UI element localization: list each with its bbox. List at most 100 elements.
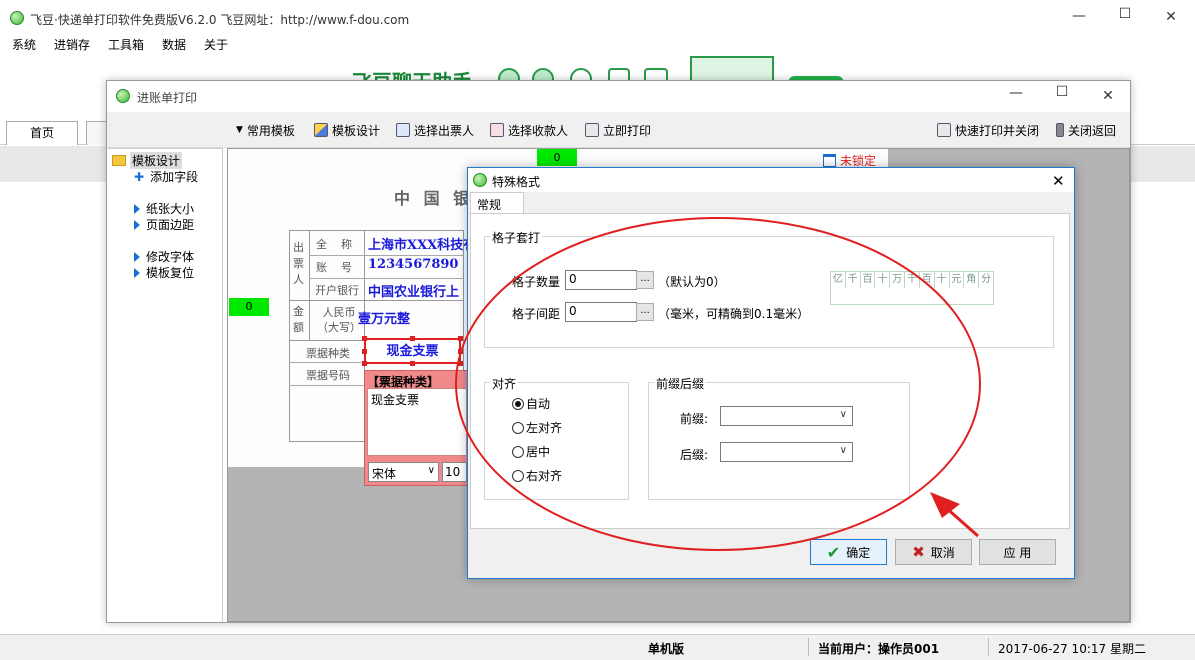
grid-spacing-input[interactable]: 0 [565, 302, 637, 322]
form-label-issuer: 出 票 人 [293, 241, 304, 286]
contact-card-icon [396, 123, 410, 137]
quick-print-close-label: 快速打印并关闭 [955, 123, 1040, 138]
suffix-select[interactable]: ∨ [720, 442, 853, 462]
tab-general[interactable]: 常规 [470, 192, 524, 214]
maximize-icon[interactable]: ☐ [1110, 6, 1140, 22]
minimize-icon[interactable]: — [1064, 8, 1094, 24]
grid-cell: 元 [950, 272, 965, 288]
triangle-icon [134, 203, 140, 214]
grid-count-input[interactable]: 0 [565, 270, 637, 290]
grid-cell: 十 [935, 272, 950, 288]
quick-print-close-button[interactable]: 快速打印并关闭 [937, 120, 1039, 140]
align-right-radio[interactable]: 右对齐 [512, 467, 562, 484]
menu-inventory[interactable]: 进销存 [54, 36, 90, 53]
template-design-label: 模板设计 [332, 123, 381, 138]
inner-close-icon[interactable]: ✕ [1093, 88, 1123, 104]
cancel-button[interactable]: ✖ 取消 [895, 539, 972, 565]
field-amount[interactable]: 壹万元整 [358, 308, 410, 327]
font-family-select[interactable]: 宋体 ∨ [368, 462, 439, 482]
exit-icon [1056, 123, 1064, 137]
printer-icon [937, 123, 951, 137]
grid-cell: 万 [890, 272, 906, 288]
menu-toolbox[interactable]: 工具箱 [108, 36, 144, 53]
dialog-title: 特殊格式 [492, 175, 541, 189]
tree-item-label: 纸张大小 [146, 202, 195, 216]
close-icon[interactable]: ✕ [1156, 9, 1186, 25]
align-left-label: 左对齐 [526, 421, 563, 435]
select-issuer-button[interactable]: 选择出票人 [396, 120, 474, 140]
inner-maximize-icon[interactable]: ☐ [1047, 84, 1077, 100]
tree-item-margins[interactable]: 页面边距 [134, 216, 194, 233]
tree-item-add-field[interactable]: ✚ 添加字段 [134, 168, 198, 185]
status-user: 当前用户：操作员001 [818, 642, 940, 656]
printer-icon [585, 123, 599, 137]
align-group-title: 对齐 [490, 375, 519, 392]
design-pencil-icon [314, 123, 328, 137]
grid-cell: 千 [905, 272, 920, 288]
plus-icon: ✚ [134, 169, 145, 184]
dialog-logo-icon [473, 173, 487, 187]
close-return-label: 关闭返回 [1068, 123, 1117, 138]
grid-cell: 百 [920, 272, 935, 288]
calendar-icon [823, 154, 836, 167]
align-auto-label: 自动 [526, 397, 551, 411]
resize-handle[interactable] [362, 361, 367, 366]
resize-handle[interactable] [458, 349, 463, 354]
tree-item-paper-size[interactable]: 纸张大小 [134, 200, 194, 217]
tree-root[interactable]: 模板设计 [112, 152, 183, 169]
radio-icon [512, 445, 524, 458]
status-divider [988, 638, 989, 656]
prefix-select[interactable]: ∨ [720, 406, 853, 426]
resize-handle[interactable] [458, 361, 463, 366]
field-bank[interactable]: 中国农业银行上 [368, 281, 459, 300]
resize-handle[interactable] [458, 336, 463, 341]
tab-home[interactable]: 首页 [6, 121, 78, 145]
grid-spacing-browse-button[interactable]: ... [636, 303, 654, 321]
form-label-fullname: 全 称 [316, 238, 352, 251]
menu-about[interactable]: 关于 [204, 36, 228, 53]
menu-system[interactable]: 系统 [12, 36, 36, 53]
resize-handle[interactable] [410, 361, 415, 366]
grid-cell: 十 [875, 272, 891, 288]
dialog-close-icon[interactable]: ✕ [1052, 173, 1065, 189]
select-payee-button[interactable]: 选择收款人 [490, 120, 568, 140]
menu-data[interactable]: 数据 [162, 36, 186, 53]
field-editor-textarea[interactable]: 现金支票 [367, 388, 467, 456]
align-left-radio[interactable]: 左对齐 [512, 419, 562, 436]
field-fullname[interactable]: 上海市XXX科技有 [368, 234, 476, 253]
align-right-label: 右对齐 [526, 469, 563, 483]
resize-handle[interactable] [410, 336, 415, 341]
tree-item-font[interactable]: 修改字体 [134, 248, 194, 265]
close-return-button[interactable]: 关闭返回 [1056, 120, 1116, 140]
affix-group [648, 382, 910, 500]
align-center-label: 居中 [526, 445, 551, 459]
triangle-icon [134, 219, 140, 230]
form-label-bill-no: 票据号码 [306, 369, 350, 382]
print-now-button[interactable]: 立即打印 [585, 120, 651, 140]
template-design-button[interactable]: 模板设计 [314, 120, 380, 140]
ruler-left-marker[interactable]: 0 [229, 298, 269, 316]
align-auto-radio[interactable]: 自动 [512, 395, 550, 412]
common-templates-button[interactable]: ▼ 常用模板 [236, 120, 295, 140]
ruler-top-marker[interactable]: 0 [537, 149, 577, 166]
align-center-radio[interactable]: 居中 [512, 443, 550, 460]
form-label-account: 账 号 [316, 261, 352, 274]
resize-handle[interactable] [362, 349, 367, 354]
grid-count-label: 格子数量 [512, 275, 561, 289]
app-logo-icon [10, 11, 24, 25]
special-format-dialog: 特殊格式 ✕ 常规 格子套打 格子数量 0 ... （默认为0） 格子间距 0 … [467, 167, 1075, 579]
inner-minimize-icon[interactable]: — [1001, 85, 1031, 101]
font-family-value: 宋体 [372, 467, 397, 481]
select-payee-label: 选择收款人 [508, 123, 569, 138]
apply-button[interactable]: 应 用 [979, 539, 1056, 565]
grid-count-browse-button[interactable]: ... [636, 271, 654, 289]
font-size-input[interactable]: 10 [442, 462, 467, 482]
ok-button[interactable]: ✔ 确定 [810, 539, 887, 565]
tree-root-label: 模板设计 [130, 152, 183, 169]
resize-handle[interactable] [362, 336, 367, 341]
field-account[interactable]: 1234567890 [368, 257, 458, 272]
tab-general-label: 常规 [477, 198, 502, 212]
form-line [289, 300, 464, 301]
tree-item-reset[interactable]: 模板复位 [134, 264, 194, 281]
status-mode: 单机版 [648, 642, 685, 656]
